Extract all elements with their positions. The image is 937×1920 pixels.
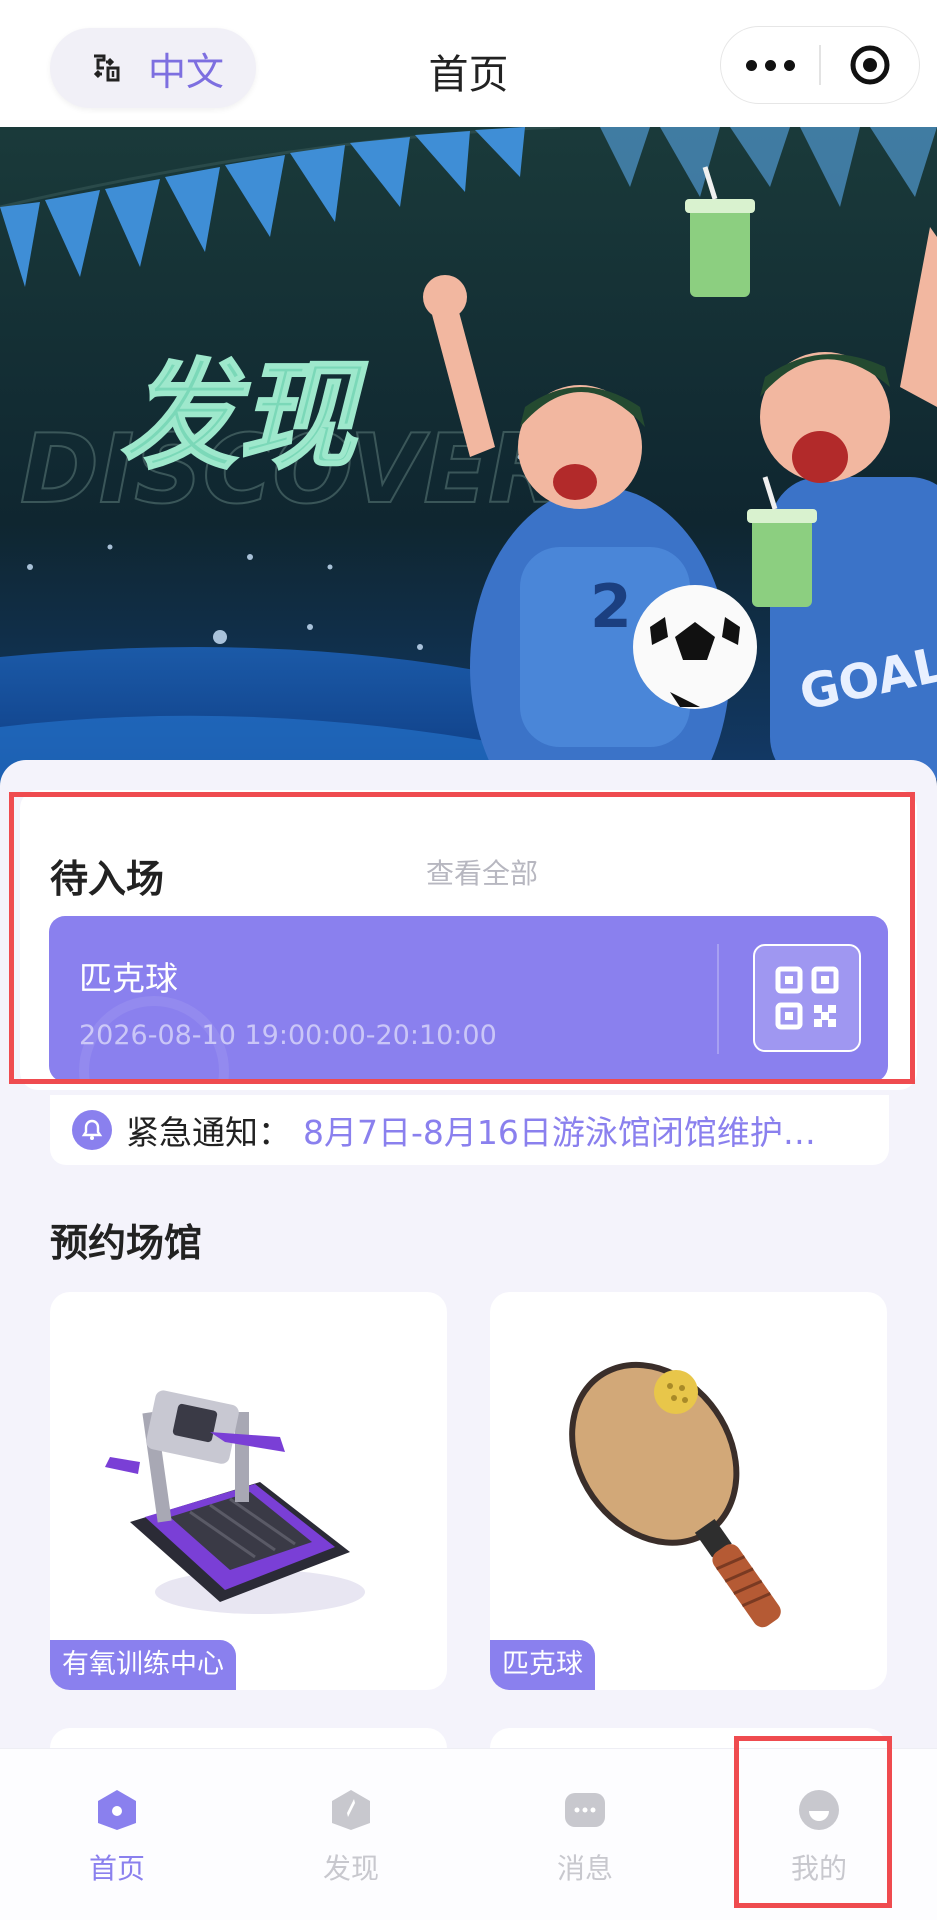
notice-label: 紧急通知： xyxy=(126,1113,291,1152)
venues-section-title: 预约场馆 xyxy=(50,1221,203,1265)
venue-card-pickleball[interactable]: 匹克球 xyxy=(490,1292,887,1690)
banner-headline: 发现 xyxy=(120,347,368,485)
top-nav-bar: 中文 首页 xyxy=(0,0,937,127)
pending-entry-title: 待入场 xyxy=(50,857,165,901)
notice-text: 8月7日-8月16日游泳馆闭馆维护… xyxy=(303,1113,816,1152)
view-all-link[interactable]: 查看全部 xyxy=(426,852,538,892)
venue-label-aerobic: 有氧训练中心 xyxy=(50,1640,236,1690)
home-icon xyxy=(98,1790,136,1830)
tab-messages[interactable]: 消息 xyxy=(468,1749,702,1920)
tab-home-label: 首页 xyxy=(88,1852,145,1885)
ticket-divider xyxy=(717,944,719,1054)
tab-profile[interactable]: 我的 xyxy=(702,1749,936,1920)
close-target-icon[interactable] xyxy=(821,43,919,87)
ticket-time: 2026-08-10 19:00:00-20:10:00 xyxy=(79,1020,497,1051)
ticket-venue-name: 匹克球 xyxy=(79,959,178,998)
message-icon xyxy=(565,1793,605,1827)
venue-card-aerobic[interactable]: 有氧训练中心 xyxy=(50,1292,447,1690)
qr-code-icon xyxy=(775,966,839,1030)
more-menu-icon[interactable] xyxy=(721,59,819,71)
pickleball-paddle-icon xyxy=(569,1361,781,1628)
compass-icon xyxy=(332,1790,370,1830)
bell-icon xyxy=(72,1110,112,1150)
tab-discover-label: 发现 xyxy=(322,1852,379,1885)
svg-text:2: 2 xyxy=(590,572,632,642)
tab-discover[interactable]: 发现 xyxy=(234,1749,468,1920)
profile-icon xyxy=(799,1790,839,1830)
tab-profile-label: 我的 xyxy=(790,1852,847,1885)
bottom-tab-bar: 首页 发现 消息 我的 xyxy=(0,1748,937,1920)
miniprogram-capsule xyxy=(720,26,920,104)
tab-messages-label: 消息 xyxy=(556,1852,613,1885)
treadmill-icon xyxy=(105,1390,365,1614)
tab-home[interactable]: 首页 xyxy=(0,1749,234,1920)
urgent-notice-bar[interactable]: 紧急通知： 8月7日-8月16日游泳馆闭馆维护… xyxy=(50,1095,889,1165)
venue-label-pickleball: 匹克球 xyxy=(490,1640,595,1690)
ticket-card[interactable]: 匹克球 2026-08-10 19:00:00-20:10:00 xyxy=(49,916,888,1082)
qr-code-button[interactable] xyxy=(753,944,861,1052)
pending-entry-card: 待入场 查看全部 匹克球 2026-08-10 19:00:00-20:10:0… xyxy=(20,790,917,1090)
discover-banner[interactable]: DISCOVER 发现 2 GOAL xyxy=(0,127,937,787)
